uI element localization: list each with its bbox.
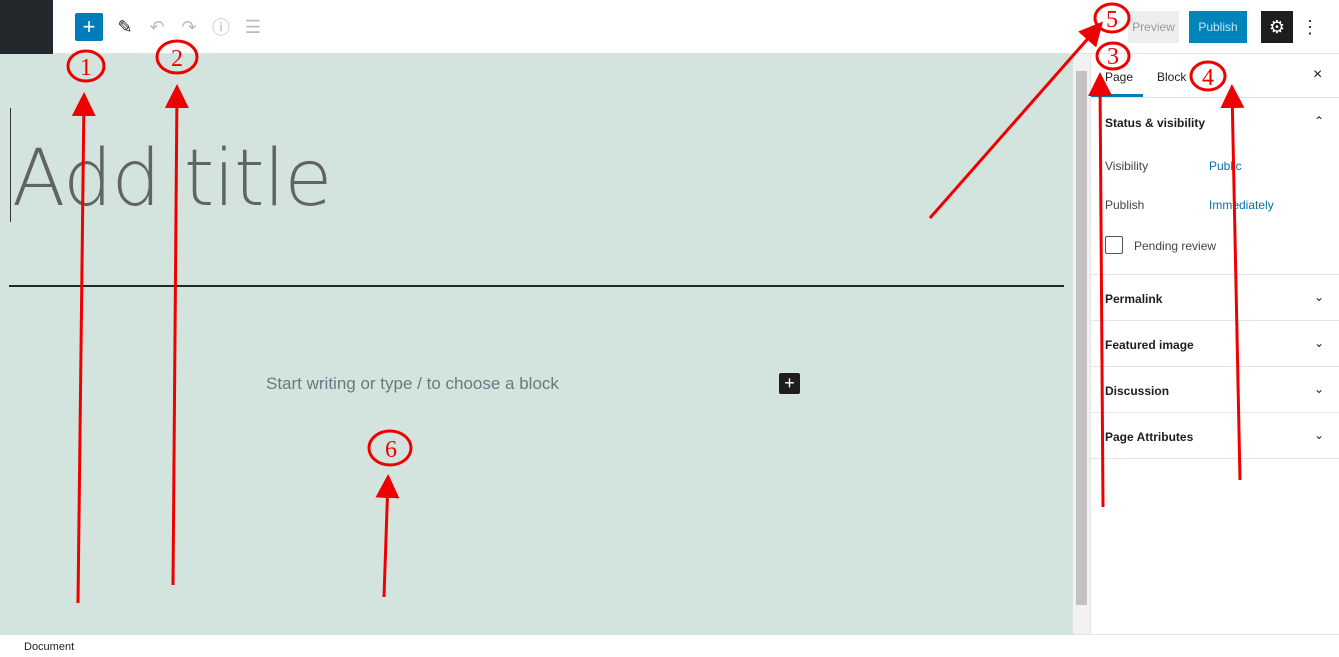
annotation-arrow — [375, 474, 400, 598]
annotation-arrow — [1088, 72, 1113, 508]
annotation-arrow — [1220, 84, 1245, 481]
annotation-arrow — [164, 84, 189, 586]
annotation-overlay: 1 2 3 4 5 6 — [66, 2, 1245, 604]
annotation-label: 4 — [1202, 65, 1214, 91]
annotation-label: 3 — [1107, 44, 1119, 70]
annotation-label: 2 — [171, 46, 183, 72]
annotation-label: 6 — [385, 437, 397, 463]
annotation-label: 1 — [80, 55, 92, 81]
annotation-label: 5 — [1106, 7, 1118, 33]
annotation-arrow — [928, 21, 1103, 219]
annotation-arrow — [71, 92, 96, 604]
